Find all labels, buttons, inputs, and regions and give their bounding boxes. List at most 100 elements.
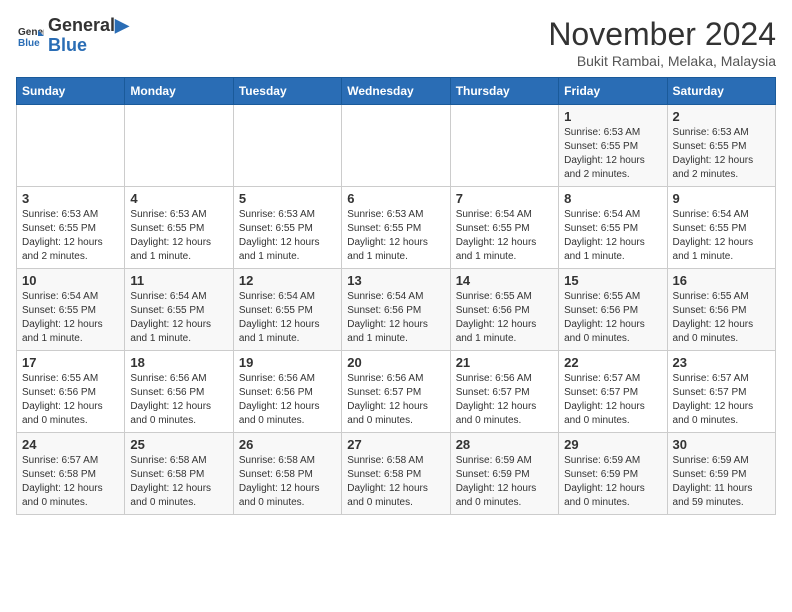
day-info: Sunrise: 6:54 AM Sunset: 6:55 PM Dayligh… <box>22 290 119 346</box>
day-cell: 14 Sunrise: 6:55 AM Sunset: 6:56 PM Dayli… <box>450 269 558 351</box>
logo-icon: General Blue <box>16 22 44 50</box>
day-cell: 15 Sunrise: 6:55 AM Sunset: 6:56 PM Dayli… <box>559 269 667 351</box>
day-cell: 13Sunrise: 6:54 AM Sunset: 6:56 PM Dayli… <box>342 269 450 351</box>
day-cell: 4Sunrise: 6:53 AM Sunset: 6:55 PM Daylig… <box>125 187 233 269</box>
day-cell <box>342 105 450 187</box>
day-cell: 21 Sunrise: 6:56 AM Sunset: 6:57 PM Dayli… <box>450 351 558 433</box>
week-row-2: 3 Sunrise: 6:53 AM Sunset: 6:55 PM Daylig… <box>17 187 776 269</box>
day-info: Sunrise: 6:55 AM Sunset: 6:56 PM Dayligh… <box>564 290 661 346</box>
day-info: Sunrise: 6:54 AM Sunset: 6:55 PM Dayligh… <box>456 208 553 264</box>
day-cell: 2 Sunrise: 6:53 AM Sunset: 6:55 PM Daylig… <box>667 105 775 187</box>
day-number: 29 <box>564 437 661 452</box>
day-number: 23 <box>673 355 770 370</box>
day-cell: 23 Sunrise: 6:57 AM Sunset: 6:57 PM Dayli… <box>667 351 775 433</box>
day-cell: 16 Sunrise: 6:55 AM Sunset: 6:56 PM Dayli… <box>667 269 775 351</box>
day-cell: 18 Sunrise: 6:56 AM Sunset: 6:56 PM Dayli… <box>125 351 233 433</box>
day-info: Sunrise: 6:56 AM Sunset: 6:56 PM Dayligh… <box>130 372 227 428</box>
day-number: 11 <box>130 273 227 288</box>
day-cell: 1 Sunrise: 6:53 AM Sunset: 6:55 PM Daylig… <box>559 105 667 187</box>
day-info: Sunrise: 6:57 AM Sunset: 6:57 PM Dayligh… <box>564 372 661 428</box>
day-cell: 17Sunrise: 6:55 AM Sunset: 6:56 PM Dayli… <box>17 351 125 433</box>
day-number: 1 <box>564 109 661 124</box>
day-info: Sunrise: 6:54 AM Sunset: 6:56 PM Dayligh… <box>347 290 444 346</box>
day-info: Sunrise: 6:53 AM Sunset: 6:55 PM Dayligh… <box>239 208 336 264</box>
header-thursday: Thursday <box>450 78 558 105</box>
day-cell: 12Sunrise: 6:54 AM Sunset: 6:55 PM Dayli… <box>233 269 341 351</box>
day-info: Sunrise: 6:55 AM Sunset: 6:56 PM Dayligh… <box>22 372 119 428</box>
day-cell: 10Sunrise: 6:54 AM Sunset: 6:55 PM Dayli… <box>17 269 125 351</box>
header-saturday: Saturday <box>667 78 775 105</box>
day-cell: 11Sunrise: 6:54 AM Sunset: 6:55 PM Dayli… <box>125 269 233 351</box>
week-row-4: 17Sunrise: 6:55 AM Sunset: 6:56 PM Dayli… <box>17 351 776 433</box>
header-wednesday: Wednesday <box>342 78 450 105</box>
day-info: Sunrise: 6:54 AM Sunset: 6:55 PM Dayligh… <box>564 208 661 264</box>
title-block: November 2024 Bukit Rambai, Melaka, Mala… <box>548 16 776 69</box>
day-number: 2 <box>673 109 770 124</box>
day-cell: 7 Sunrise: 6:54 AM Sunset: 6:55 PM Daylig… <box>450 187 558 269</box>
day-info: Sunrise: 6:53 AM Sunset: 6:55 PM Dayligh… <box>673 126 770 182</box>
day-number: 25 <box>130 437 227 452</box>
location-subtitle: Bukit Rambai, Melaka, Malaysia <box>548 53 776 69</box>
day-info: Sunrise: 6:53 AM Sunset: 6:55 PM Dayligh… <box>564 126 661 182</box>
day-number: 26 <box>239 437 336 452</box>
day-number: 22 <box>564 355 661 370</box>
week-row-5: 24 Sunrise: 6:57 AM Sunset: 6:58 PM Dayli… <box>17 433 776 515</box>
day-cell <box>233 105 341 187</box>
week-row-3: 10Sunrise: 6:54 AM Sunset: 6:55 PM Dayli… <box>17 269 776 351</box>
header-monday: Monday <box>125 78 233 105</box>
day-info: Sunrise: 6:57 AM Sunset: 6:57 PM Dayligh… <box>673 372 770 428</box>
day-cell: 9 Sunrise: 6:54 AM Sunset: 6:55 PM Daylig… <box>667 187 775 269</box>
day-info: Sunrise: 6:55 AM Sunset: 6:56 PM Dayligh… <box>673 290 770 346</box>
calendar-table: SundayMondayTuesdayWednesdayThursdayFrid… <box>16 77 776 515</box>
day-cell: 29 Sunrise: 6:59 AM Sunset: 6:59 PM Dayli… <box>559 433 667 515</box>
day-number: 24 <box>22 437 119 452</box>
day-info: Sunrise: 6:54 AM Sunset: 6:55 PM Dayligh… <box>239 290 336 346</box>
day-number: 14 <box>456 273 553 288</box>
day-cell <box>450 105 558 187</box>
day-number: 4 <box>130 191 227 206</box>
day-number: 30 <box>673 437 770 452</box>
day-cell <box>125 105 233 187</box>
week-row-1: 1 Sunrise: 6:53 AM Sunset: 6:55 PM Daylig… <box>17 105 776 187</box>
day-number: 15 <box>564 273 661 288</box>
day-cell: 22 Sunrise: 6:57 AM Sunset: 6:57 PM Dayli… <box>559 351 667 433</box>
day-number: 9 <box>673 191 770 206</box>
day-cell <box>17 105 125 187</box>
day-cell: 6 Sunrise: 6:53 AM Sunset: 6:55 PM Daylig… <box>342 187 450 269</box>
day-number: 8 <box>564 191 661 206</box>
day-number: 18 <box>130 355 227 370</box>
day-number: 27 <box>347 437 444 452</box>
day-cell: 27 Sunrise: 6:58 AM Sunset: 6:58 PM Dayli… <box>342 433 450 515</box>
day-info: Sunrise: 6:56 AM Sunset: 6:57 PM Dayligh… <box>456 372 553 428</box>
day-cell: 5Sunrise: 6:53 AM Sunset: 6:55 PM Daylig… <box>233 187 341 269</box>
logo-text: General▶Blue <box>48 16 129 56</box>
header-sunday: Sunday <box>17 78 125 105</box>
day-info: Sunrise: 6:57 AM Sunset: 6:58 PM Dayligh… <box>22 454 119 510</box>
day-cell: 3Sunrise: 6:53 AM Sunset: 6:55 PM Daylig… <box>17 187 125 269</box>
day-number: 20 <box>347 355 444 370</box>
day-info: Sunrise: 6:58 AM Sunset: 6:58 PM Dayligh… <box>130 454 227 510</box>
day-cell: 24 Sunrise: 6:57 AM Sunset: 6:58 PM Dayli… <box>17 433 125 515</box>
day-info: Sunrise: 6:58 AM Sunset: 6:58 PM Dayligh… <box>239 454 336 510</box>
day-number: 3 <box>22 191 119 206</box>
day-number: 16 <box>673 273 770 288</box>
day-number: 6 <box>347 191 444 206</box>
day-cell: 20Sunrise: 6:56 AM Sunset: 6:57 PM Dayli… <box>342 351 450 433</box>
day-info: Sunrise: 6:56 AM Sunset: 6:56 PM Dayligh… <box>239 372 336 428</box>
day-cell: 19Sunrise: 6:56 AM Sunset: 6:56 PM Dayli… <box>233 351 341 433</box>
weekday-header-row: SundayMondayTuesdayWednesdayThursdayFrid… <box>17 78 776 105</box>
day-cell: 8 Sunrise: 6:54 AM Sunset: 6:55 PM Daylig… <box>559 187 667 269</box>
header-tuesday: Tuesday <box>233 78 341 105</box>
day-info: Sunrise: 6:55 AM Sunset: 6:56 PM Dayligh… <box>456 290 553 346</box>
day-number: 28 <box>456 437 553 452</box>
day-number: 21 <box>456 355 553 370</box>
day-info: Sunrise: 6:58 AM Sunset: 6:58 PM Dayligh… <box>347 454 444 510</box>
day-info: Sunrise: 6:53 AM Sunset: 6:55 PM Dayligh… <box>347 208 444 264</box>
day-info: Sunrise: 6:59 AM Sunset: 6:59 PM Dayligh… <box>564 454 661 510</box>
day-cell: 28 Sunrise: 6:59 AM Sunset: 6:59 PM Dayli… <box>450 433 558 515</box>
day-number: 7 <box>456 191 553 206</box>
day-info: Sunrise: 6:59 AM Sunset: 6:59 PM Dayligh… <box>456 454 553 510</box>
month-title: November 2024 <box>548 16 776 53</box>
page-header: General Blue General▶Blue November 2024 … <box>16 16 776 69</box>
day-info: Sunrise: 6:54 AM Sunset: 6:55 PM Dayligh… <box>673 208 770 264</box>
